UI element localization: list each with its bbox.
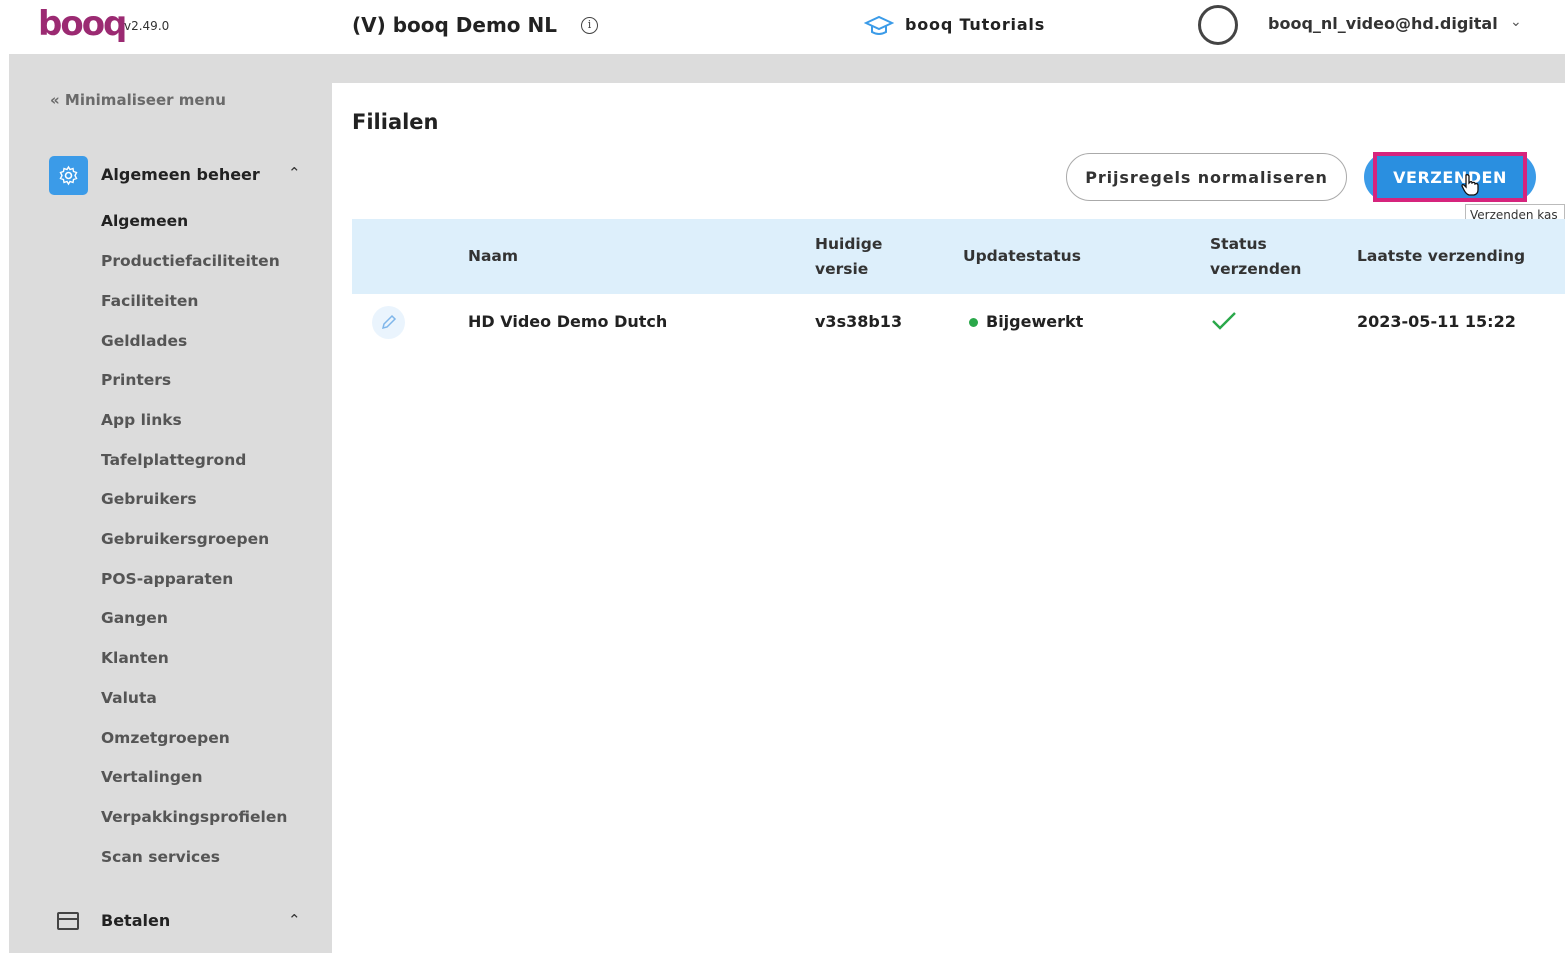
checkmark-icon — [1212, 312, 1236, 330]
graduation-cap-icon[interactable] — [864, 14, 894, 38]
column-header-version-line1: Huidige — [815, 235, 883, 253]
section-algemeen-beheer[interactable]: Algemeen beheer — [101, 165, 260, 184]
sidebar-item-printers[interactable]: Printers — [101, 371, 171, 389]
send-button[interactable]: VERZENDEN — [1373, 152, 1527, 202]
column-header-send-status[interactable]: Status verzenden — [1210, 232, 1301, 282]
minimize-menu-label: Minimaliseer menu — [64, 91, 226, 109]
booq-logo[interactable]: booq — [38, 6, 127, 42]
column-header-version-line2: versie — [815, 260, 869, 278]
sidebar-item-faciliteiten[interactable]: Faciliteiten — [101, 292, 198, 310]
sidebar-item-valuta[interactable]: Valuta — [101, 689, 157, 707]
chevron-up-icon[interactable]: ⌃ — [288, 164, 301, 182]
tutorials-link[interactable]: booq Tutorials — [905, 15, 1045, 34]
page-title: Filialen — [352, 110, 439, 134]
minimize-menu-button[interactable]: « Minimaliseer menu — [50, 91, 226, 109]
column-header-send-status-line2: verzenden — [1210, 260, 1302, 278]
credit-card-icon[interactable] — [57, 912, 79, 930]
user-avatar[interactable] — [1198, 5, 1238, 45]
sidebar-item-gebruikers[interactable]: Gebruikers — [101, 490, 197, 508]
sidebar-item-klanten[interactable]: Klanten — [101, 649, 169, 667]
sidebar-item-scan-services[interactable]: Scan services — [101, 848, 220, 866]
sidebar-item-productiefaciliteiten[interactable]: Productiefaciliteiten — [101, 252, 280, 270]
sidebar-item-gangen[interactable]: Gangen — [101, 609, 168, 627]
pencil-icon — [381, 314, 397, 330]
sidebar-item-pos-apparaten[interactable]: POS-apparaten — [101, 570, 233, 588]
normalize-prices-button[interactable]: Prijsregels normaliseren — [1066, 153, 1347, 201]
column-header-send-status-line1: Status — [1210, 235, 1267, 253]
row-last-sent: 2023-05-11 15:22 — [1357, 312, 1516, 331]
hand-cursor-icon — [1461, 174, 1479, 196]
sidebar-item-geldlades[interactable]: Geldlades — [101, 332, 187, 350]
top-bar: booq v2.49.0 (V) booq Demo NL i booq Tut… — [0, 0, 1565, 54]
column-header-version[interactable]: Huidige versie — [815, 232, 882, 282]
gear-icon — [59, 165, 78, 186]
sidebar-item-gebruikersgroepen[interactable]: Gebruikersgroepen — [101, 530, 269, 548]
chevron-up-icon[interactable]: ⌃ — [288, 911, 301, 929]
row-update-status: Bijgewerkt — [986, 312, 1084, 331]
column-header-name[interactable]: Naam — [468, 244, 518, 269]
info-icon[interactable]: i — [581, 17, 598, 34]
chevron-down-icon[interactable]: ⌄ — [1510, 14, 1522, 30]
column-header-last-sent[interactable]: Laatste verzending — [1357, 244, 1525, 269]
row-version: v3s38b13 — [815, 312, 903, 331]
venue-selector[interactable]: (V) booq Demo NL — [352, 13, 557, 37]
row-name: HD Video Demo Dutch — [468, 312, 668, 331]
section-betalen[interactable]: Betalen — [101, 911, 170, 930]
sidebar-item-omzetgroepen[interactable]: Omzetgroepen — [101, 729, 230, 747]
edit-button[interactable] — [372, 306, 405, 339]
settings-section-icon[interactable] — [49, 156, 88, 195]
sidebar-item-app-links[interactable]: App links — [101, 411, 182, 429]
main-panel — [332, 83, 1565, 953]
sidebar-item-verpakkingsprofielen[interactable]: Verpakkingsprofielen — [101, 808, 287, 826]
sidebar-item-vertalingen[interactable]: Vertalingen — [101, 768, 202, 786]
status-dot-icon — [969, 318, 978, 327]
app-version: v2.49.0 — [124, 19, 170, 33]
sidebar-item-algemeen[interactable]: Algemeen — [101, 212, 188, 230]
user-menu[interactable]: booq_nl_video@hd.digital — [1268, 14, 1498, 33]
column-header-update-status[interactable]: Updatestatus — [963, 244, 1081, 269]
sidebar-item-tafelplattegrond[interactable]: Tafelplattegrond — [101, 451, 246, 469]
